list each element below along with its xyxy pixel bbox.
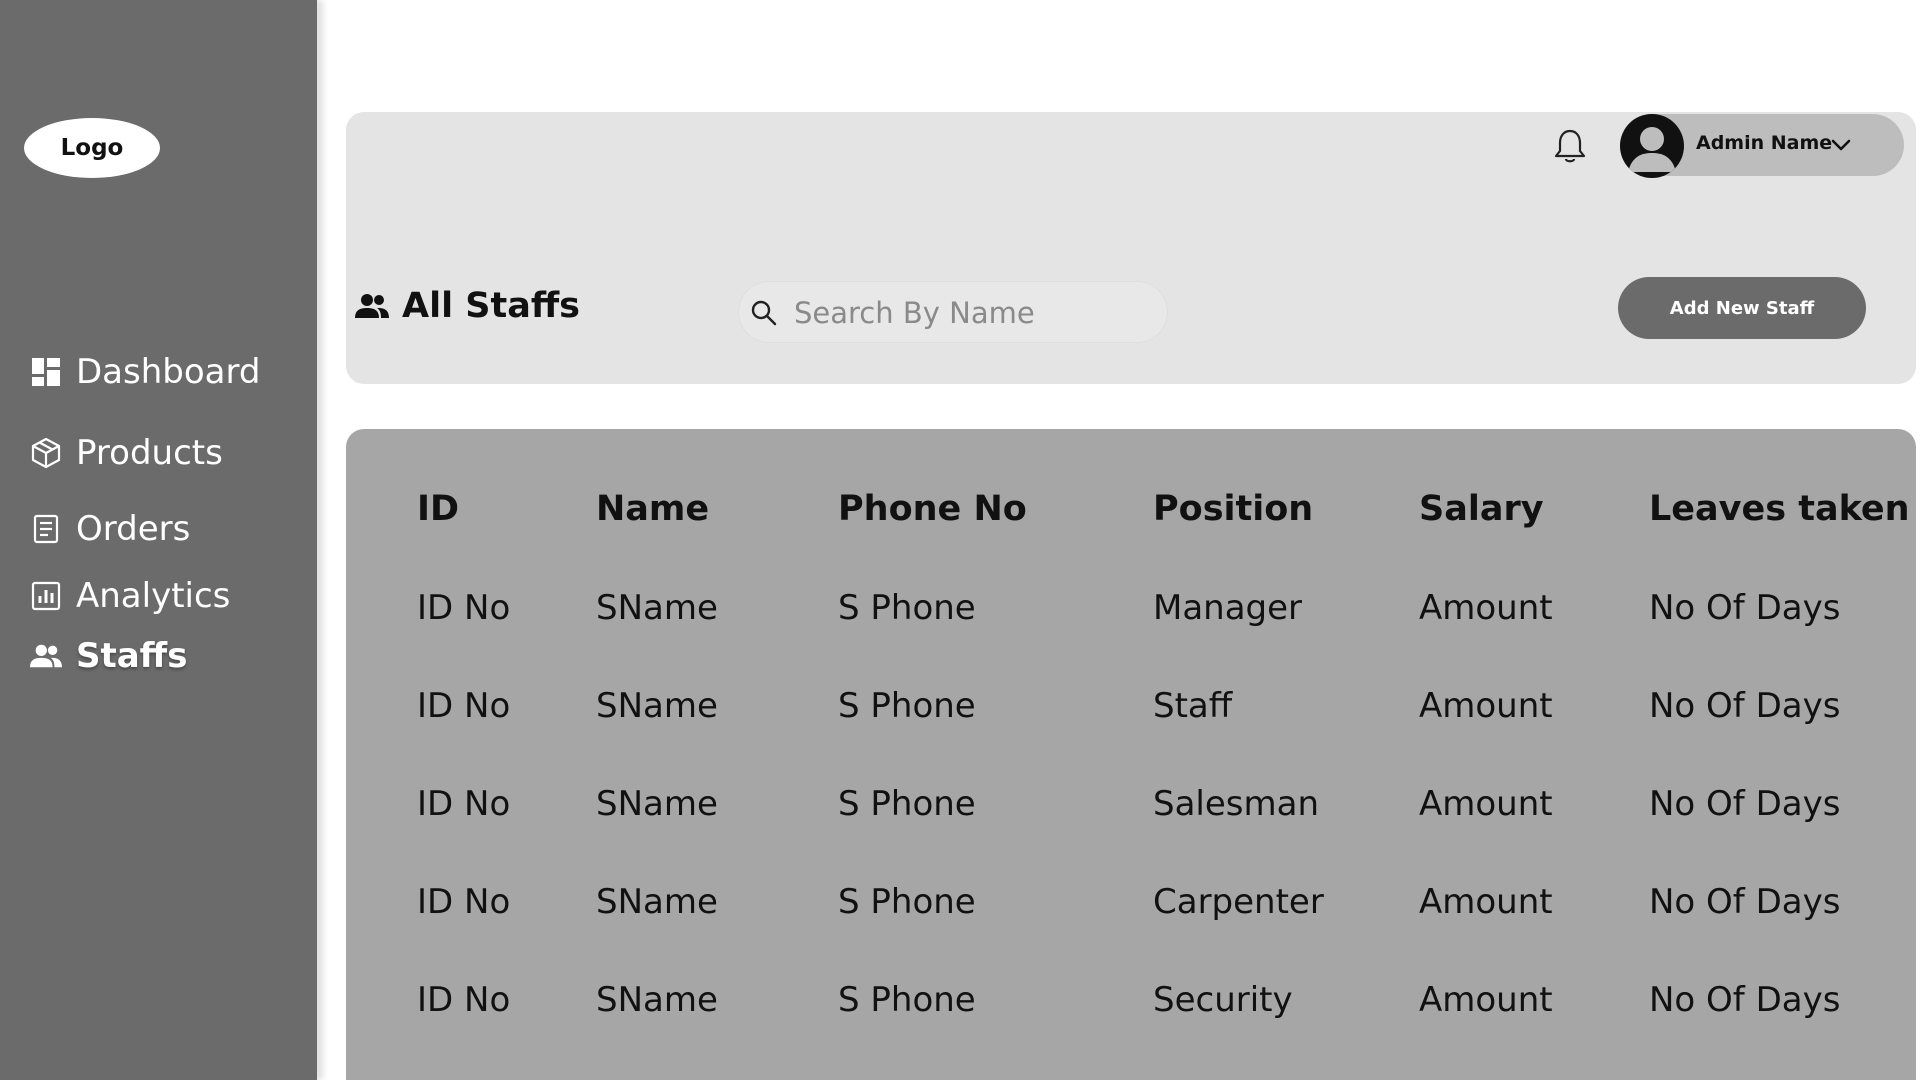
sidebar-item-label: Orders [76,509,191,549]
sidebar-item-label: Products [76,433,223,473]
staff-table: ID Name Phone No Position Salary Leaves … [346,429,1916,1080]
page-title-text: All Staffs [402,286,581,326]
logo[interactable]: Logo [24,118,160,178]
column-header-name: Name [596,489,710,529]
column-header-leaves: Leaves taken [1649,489,1910,529]
sidebar-item-label: Dashboard [76,352,261,392]
cell-name: SName [596,980,718,1020]
sidebar-item-orders[interactable]: Orders [30,509,190,549]
cell-position: Staff [1153,686,1233,726]
add-new-staff-button[interactable]: Add New Staff [1618,277,1866,339]
column-header-salary: Salary [1419,489,1544,529]
people-icon [30,640,62,672]
cell-id: ID No [417,588,511,628]
cell-salary: Amount [1419,686,1553,726]
document-icon [30,513,62,545]
search-icon [750,299,778,327]
cell-phone: S Phone [838,784,976,824]
avatar[interactable] [1620,114,1684,178]
cell-id: ID No [417,980,511,1020]
cell-name: SName [596,882,718,922]
cell-phone: S Phone [838,980,976,1020]
cell-name: SName [596,784,718,824]
cell-phone: S Phone [838,686,976,726]
sidebar-item-products[interactable]: Products [30,433,223,473]
sidebar: Logo Dashboard Products Orders Analytics… [0,0,317,1080]
sidebar-item-label: Analytics [76,576,231,616]
cell-position: Carpenter [1153,882,1324,922]
column-header-position: Position [1153,489,1314,529]
cell-id: ID No [417,784,511,824]
column-header-phone: Phone No [838,489,1027,529]
box-icon [30,437,62,469]
page-title: All Staffs [354,286,580,326]
sidebar-item-label: Staffs [76,636,188,676]
cell-position: Security [1153,980,1293,1020]
search-box[interactable] [738,281,1168,343]
chevron-down-icon[interactable] [1830,135,1852,155]
dashboard-icon [30,356,62,388]
cell-position: Salesman [1153,784,1319,824]
cell-leaves: No Of Days [1649,882,1841,922]
cell-salary: Amount [1419,882,1553,922]
column-header-id: ID [417,489,460,529]
cell-id: ID No [417,686,511,726]
cell-salary: Amount [1419,588,1553,628]
cell-leaves: No Of Days [1649,686,1841,726]
cell-leaves: No Of Days [1649,588,1841,628]
cell-name: SName [596,686,718,726]
sidebar-item-dashboard[interactable]: Dashboard [30,352,260,392]
admin-name[interactable]: Admin Name [1696,132,1832,154]
search-input[interactable] [792,291,1156,335]
cell-id: ID No [417,882,511,922]
cell-phone: S Phone [838,588,976,628]
cell-name: SName [596,588,718,628]
chart-icon [30,580,62,612]
cell-leaves: No Of Days [1649,784,1841,824]
cell-leaves: No Of Days [1649,980,1841,1020]
cell-salary: Amount [1419,784,1553,824]
sidebar-item-staffs[interactable]: Staffs [30,636,187,676]
cell-phone: S Phone [838,882,976,922]
cell-salary: Amount [1419,980,1553,1020]
cell-position: Manager [1153,588,1303,628]
sidebar-item-analytics[interactable]: Analytics [30,576,230,616]
people-icon [354,291,390,321]
notification-bell-icon[interactable] [1553,128,1587,164]
